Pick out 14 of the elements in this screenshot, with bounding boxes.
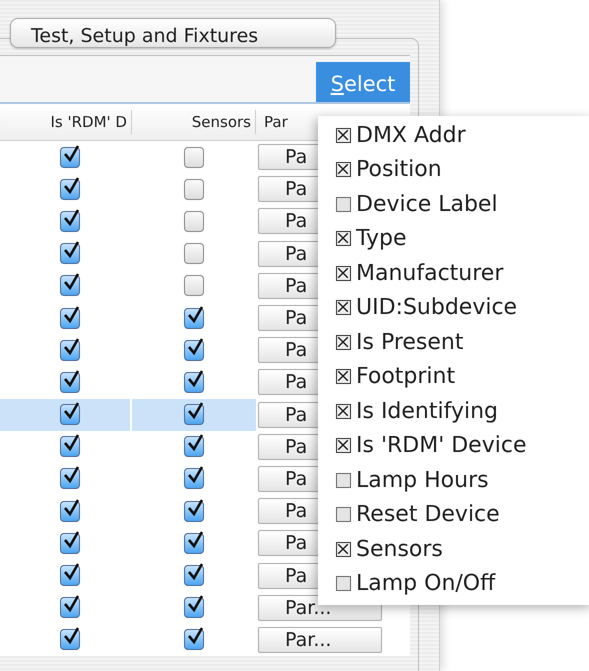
menu-item-label: Sensors [356,536,443,562]
menu-item-label: Manufacturer [356,260,504,286]
menu-item-label: Reset Device [356,502,500,528]
menu-item-label: Position [356,157,442,182]
menu-item-label: Lamp Hours [356,468,489,493]
menu-item-label: UID:Subdevice [356,295,518,320]
menu-item-label: Is Identifying [356,398,498,424]
menu-item-label: Type [356,226,407,252]
menu-item-label: Device Label [356,192,498,217]
menu-item-label: DMX Addr [356,122,466,148]
menu-item-label: Footprint [356,364,456,390]
menu-item-label: Is Present [356,330,464,355]
menu-item-label: Lamp On/Off [356,571,496,596]
menu-item-label: Is 'RDM' Device [356,433,526,458]
